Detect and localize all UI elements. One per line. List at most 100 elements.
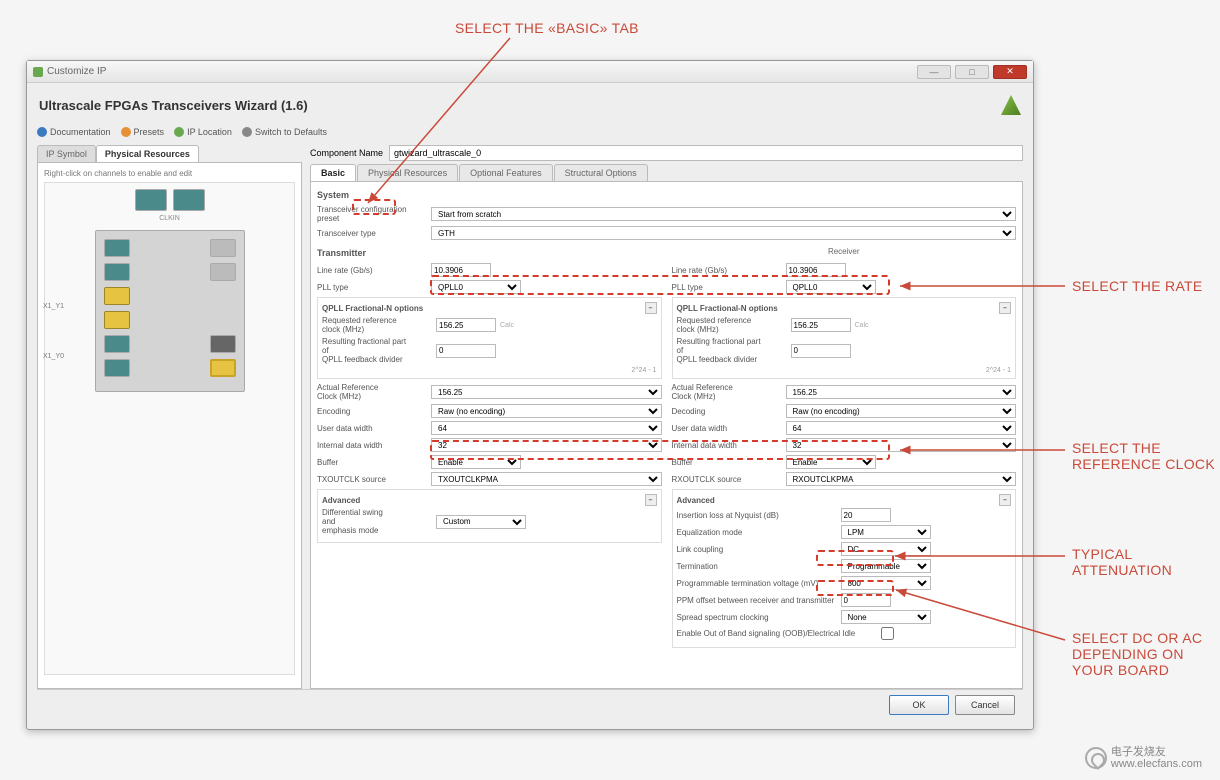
maximize-button[interactable]: □ xyxy=(955,65,989,79)
toolbar-ip-location[interactable]: IP Location xyxy=(174,127,232,137)
ok-button[interactable]: OK xyxy=(889,695,949,715)
spread-select[interactable]: None xyxy=(841,610,931,624)
tx-reqref-input[interactable] xyxy=(436,318,496,332)
tx-outclk-select[interactable]: TXOUTCLKPMA xyxy=(431,472,662,486)
doc-icon xyxy=(37,127,47,137)
rx-reqref-label: Requested reference clock (MHz) xyxy=(677,316,787,334)
tx-advanced-group: Advanced– Differential swing and emphasi… xyxy=(317,489,662,543)
eq-mode-label: Equalization mode xyxy=(677,528,837,537)
toolbar-presets[interactable]: Presets xyxy=(121,127,165,137)
tx-line-rate-label: Line rate (Gb/s) xyxy=(317,266,427,275)
link-coupling-select[interactable]: DC xyxy=(841,542,931,556)
tab-basic[interactable]: Basic xyxy=(310,164,356,181)
tx-actualref-select[interactable]: 156.25 xyxy=(431,385,662,399)
watermark-text: 电子发烧友 www.elecfans.com xyxy=(1111,746,1202,770)
tx-buffer-select[interactable]: Enable xyxy=(431,455,521,469)
rx-idw-select[interactable]: 32 xyxy=(786,438,1017,452)
tab-optional-features[interactable]: Optional Features xyxy=(459,164,553,181)
tx-line-rate-input[interactable] xyxy=(431,263,491,277)
port-block[interactable] xyxy=(210,239,236,257)
minimize-button[interactable]: — xyxy=(917,65,951,79)
diagram-label: CLKIN xyxy=(51,215,288,222)
oob-checkbox[interactable] xyxy=(881,627,894,640)
selected-channel[interactable] xyxy=(210,359,236,377)
prog-term-select[interactable]: 800 xyxy=(841,576,931,590)
annotation-rate: SELECT THE RATE xyxy=(1072,278,1203,294)
tx-reqref-label: Requested reference clock (MHz) xyxy=(322,316,432,334)
toolbar-documentation[interactable]: Documentation xyxy=(37,127,111,137)
annotation-basic-tab: SELECT THE «BASIC» TAB xyxy=(455,20,639,36)
port-block[interactable] xyxy=(104,359,130,377)
tx-encoding-select[interactable]: Raw (no encoding) xyxy=(431,404,662,418)
xilinx-logo-icon xyxy=(1001,95,1021,115)
tx-buffer-label: Buffer xyxy=(317,458,427,467)
watermark: 电子发烧友 www.elecfans.com xyxy=(1085,746,1202,770)
toolbar-defaults[interactable]: Switch to Defaults xyxy=(242,127,327,137)
insertion-loss-input[interactable] xyxy=(841,508,891,522)
preset-label: Transceiver configuration preset xyxy=(317,205,427,223)
tx-encoding-label: Encoding xyxy=(317,407,427,416)
tx-frac-input[interactable] xyxy=(436,344,496,358)
tab-physical-resources-left[interactable]: Physical Resources xyxy=(96,145,199,162)
folder-icon xyxy=(174,127,184,137)
rx-outclk-select[interactable]: RXOUTCLKPMA xyxy=(786,472,1017,486)
link-coupling-label: Link coupling xyxy=(677,545,837,554)
eq-mode-select[interactable]: LPM xyxy=(841,525,931,539)
termination-select[interactable]: Programmable xyxy=(841,559,931,573)
physical-resources-panel: Right-click on channels to enable and ed… xyxy=(37,162,302,689)
reset-icon xyxy=(242,127,252,137)
tx-actualref-label: Actual Reference Clock (MHz) xyxy=(317,383,427,401)
collapse-icon[interactable]: – xyxy=(999,302,1011,314)
preset-select[interactable]: Start from scratch xyxy=(431,207,1016,221)
port-block[interactable] xyxy=(104,239,130,257)
port-block[interactable] xyxy=(210,335,236,353)
rx-udw-select[interactable]: 64 xyxy=(786,421,1017,435)
tx-outclk-label: TXOUTCLK source xyxy=(317,475,427,484)
transceiver-type-select[interactable]: GTH xyxy=(431,226,1016,240)
tx-pll-select[interactable]: QPLL0 xyxy=(431,280,521,294)
rx-line-rate-input[interactable] xyxy=(786,263,846,277)
rx-reqref-input[interactable] xyxy=(791,318,851,332)
gt-quad-block xyxy=(95,230,245,392)
collapse-icon[interactable]: – xyxy=(645,302,657,314)
dialog-buttons: OK Cancel xyxy=(37,689,1023,719)
rx-buffer-select[interactable]: Enable xyxy=(786,455,876,469)
collapse-icon[interactable]: – xyxy=(645,494,657,506)
port-block[interactable] xyxy=(104,335,130,353)
component-name-label: Component Name xyxy=(310,148,383,158)
rx-frac-input[interactable] xyxy=(791,344,851,358)
channel-diagram[interactable]: CLKIN X1_Y1 X1_Y0 xyxy=(44,182,295,675)
ppm-offset-input[interactable] xyxy=(841,593,891,607)
elecfans-icon xyxy=(1085,747,1107,769)
advanced-title: Advanced xyxy=(322,496,360,505)
port-label: X1_Y1 xyxy=(43,303,64,310)
close-button[interactable]: ✕ xyxy=(993,65,1027,79)
rx-frac-label: Resulting fractional part of QPLL feedba… xyxy=(677,337,787,364)
diff-swing-select[interactable]: Custom xyxy=(436,515,526,529)
tx-idw-label: Internal data width xyxy=(317,441,427,450)
pll-block[interactable] xyxy=(104,311,130,329)
rx-decoding-select[interactable]: Raw (no encoding) xyxy=(786,404,1017,418)
oob-label: Enable Out of Band signaling (OOB)/Elect… xyxy=(677,629,877,638)
cancel-button[interactable]: Cancel xyxy=(955,695,1015,715)
collapse-icon[interactable]: – xyxy=(999,494,1011,506)
tab-ip-symbol[interactable]: IP Symbol xyxy=(37,145,96,162)
rx-advanced-group: Advanced– Insertion loss at Nyquist (dB)… xyxy=(672,489,1017,648)
port-block[interactable] xyxy=(210,263,236,281)
tx-qpll-group: QPLL Fractional-N options– Requested ref… xyxy=(317,297,662,379)
rx-actualref-select[interactable]: 156.25 xyxy=(786,385,1017,399)
tab-structural-options[interactable]: Structural Options xyxy=(554,164,648,181)
section-receiver: Receiver xyxy=(672,246,1017,257)
component-name-input[interactable] xyxy=(389,145,1023,161)
tx-idw-select[interactable]: 32 xyxy=(431,438,662,452)
rx-idw-label: Internal data width xyxy=(672,441,782,450)
port-block[interactable] xyxy=(104,263,130,281)
qpll-title: QPLL Fractional-N options xyxy=(677,304,778,313)
rx-pll-select[interactable]: QPLL0 xyxy=(786,280,876,294)
left-hint: Right-click on channels to enable and ed… xyxy=(44,169,295,178)
channel-chip[interactable] xyxy=(173,189,205,211)
tab-physical-resources[interactable]: Physical Resources xyxy=(357,164,458,181)
pll-block[interactable] xyxy=(104,287,130,305)
channel-chip[interactable] xyxy=(135,189,167,211)
tx-udw-select[interactable]: 64 xyxy=(431,421,662,435)
